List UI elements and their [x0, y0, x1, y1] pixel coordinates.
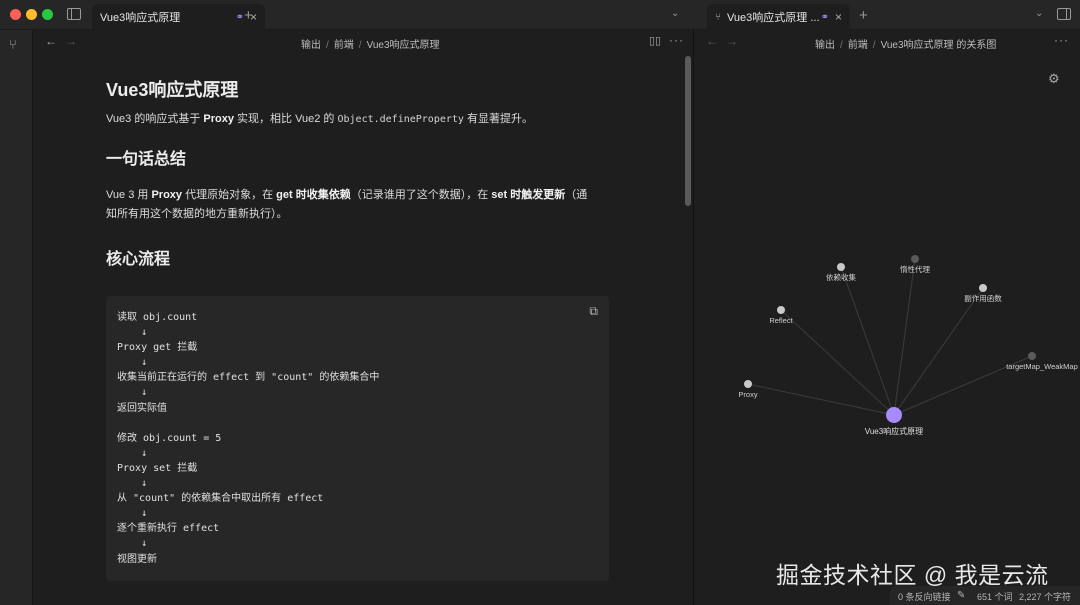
code-line: ↓	[117, 387, 148, 399]
scrollbar-thumb[interactable]	[685, 56, 691, 206]
graph-node-label: 惰性代理	[900, 264, 930, 274]
reading-view-icon[interactable]: ▯▯	[649, 34, 661, 47]
maximize-window-button[interactable]	[42, 9, 53, 20]
new-tab-button[interactable]: +	[859, 7, 868, 24]
code-line: 逐个重新执行 effect	[117, 523, 220, 535]
graph-node-label: Proxy	[738, 390, 757, 399]
tab-graph-title: Vue3响应式原理 ...	[727, 12, 820, 24]
graph-edge	[893, 258, 916, 416]
graph-node-label: 副作用函数	[964, 293, 1002, 303]
code-line: 读取 obj.count	[117, 312, 198, 323]
code-line: 修改 obj.count = 5	[117, 432, 222, 444]
code-line: ↓	[117, 447, 148, 459]
backlinks-count[interactable]: 0 条反向链接	[898, 590, 951, 603]
note-title: Vue3响应式原理	[106, 80, 239, 100]
graph-pane: ← → 输出 / 前端 / Vue3响应式原理 的关系图 ··· ⚙ 依赖收集 惰性代理副…	[694, 30, 1080, 605]
breadcrumb: 输出 / 前端 / Vue3响应式原理	[301, 40, 440, 51]
note-content: Vue3响应式原理 Vue3 的响应式基于 Proxy 实现，相比 Vue2 的…	[106, 78, 611, 271]
code-line: 返回实际值	[117, 402, 167, 414]
code-lines: 读取 obj.count ↓ Proxy get 拦截 ↓ 收集当前正在运行的 ef…	[117, 310, 379, 567]
link-icon[interactable]: ⚭	[821, 12, 829, 23]
heading-flow: 核心流程	[106, 251, 171, 268]
intro-paragraph: Vue3 的响应式基于 Proxy 实现，相比 Vue2 的 Object.de…	[106, 113, 533, 125]
code-line: ↓	[117, 327, 148, 339]
copy-icon[interactable]: ⧉	[589, 304, 598, 319]
code-block: ⧉ 读取 obj.count ↓ Proxy get 拦截 ↓ 收集当前正在运行的 …	[106, 296, 609, 581]
more-options-icon[interactable]: ···	[669, 33, 684, 47]
chevron-down-icon[interactable]: ⌄	[1035, 8, 1043, 19]
code-line: Proxy set 拦截	[117, 462, 198, 474]
word-count: 651 个词	[977, 592, 1013, 602]
graph-node[interactable]	[837, 263, 845, 271]
code-line: ↓	[117, 357, 148, 369]
new-tab-button[interactable]: +	[244, 7, 253, 24]
inline-code: Object.defineProperty	[337, 114, 464, 125]
graph-node-label: 依赖收集	[826, 272, 856, 282]
graph-edge	[780, 309, 895, 416]
code-line: 视图更新	[117, 553, 157, 565]
graph-node[interactable]	[1028, 352, 1036, 360]
code-line: ↓	[117, 508, 148, 520]
back-arrow-icon[interactable]: ←	[45, 34, 57, 48]
graph-node-label: targetMap_WeakMap	[1006, 362, 1078, 371]
graph-node[interactable]	[911, 255, 919, 263]
code-line: ↓	[117, 478, 148, 490]
breadcrumb-item[interactable]: 前端	[334, 40, 354, 51]
forward-arrow-icon[interactable]: →	[65, 34, 77, 48]
graph-node-label: Reflect	[769, 316, 793, 325]
left-sidebar-toggle-icon[interactable]	[67, 8, 81, 20]
graph-node[interactable]	[777, 306, 785, 314]
tab-bar: Vue3响应式原理 ⚭ × + ⌄ ⑂ Vue3响应式原理 ... ⚭ × + …	[0, 0, 1080, 30]
summary-paragraph: Vue 3 用 Proxy 代理原始对象，在 get 时收集依赖（记录谁用了这个…	[106, 189, 588, 220]
graph-node-label: Vue3响应式原理	[865, 426, 923, 436]
breadcrumb-item[interactable]: 输出	[301, 40, 321, 51]
link-icon[interactable]: ⚭	[236, 12, 244, 23]
graph-icon: ⑂	[715, 11, 721, 23]
tab-graph[interactable]: ⑂ Vue3响应式原理 ... ⚭ ×	[707, 4, 850, 30]
scrollbar[interactable]	[684, 56, 692, 605]
graph-edge	[840, 266, 895, 416]
close-tab-icon[interactable]: ×	[835, 10, 842, 24]
note-pane: ← → 输出 / 前端 / Vue3响应式原理 ▯▯ ··· Vue3响应式原理 Vue…	[33, 30, 694, 605]
graph-node[interactable]	[979, 284, 987, 292]
char-count: 2,227 个字符	[1019, 592, 1072, 602]
minimize-window-button[interactable]	[26, 9, 37, 20]
code-line: 收集当前正在运行的 effect 到 "count" 的依赖集合中	[117, 372, 380, 384]
pencil-icon[interactable]: ✎	[957, 590, 965, 601]
watermark: 掘金技术社区 @ 我是云流	[776, 562, 1049, 588]
tab-note[interactable]: Vue3响应式原理 ⚭ ×	[92, 4, 265, 30]
graph-view-icon[interactable]: ⑂	[9, 37, 17, 52]
graph-node-current[interactable]	[886, 407, 902, 423]
code-line: ↓	[117, 538, 148, 550]
chevron-down-icon[interactable]: ⌄	[671, 8, 679, 19]
close-window-button[interactable]	[10, 9, 21, 20]
right-sidebar-toggle-icon[interactable]	[1057, 8, 1071, 20]
status-bar: 0 条反向链接 ✎ 651 个词 2,227 个字符	[890, 586, 1080, 605]
graph-node[interactable]	[744, 380, 752, 388]
breadcrumb-item[interactable]: Vue3响应式原理	[367, 40, 440, 51]
graph-edge	[747, 383, 895, 416]
note-nav-bar: ← → 输出 / 前端 / Vue3响应式原理 ▯▯ ···	[33, 30, 693, 54]
heading-summary: 一句话总结	[106, 151, 187, 168]
code-line: 从 "count" 的依赖集合中取出所有 effect	[117, 493, 324, 505]
code-line: Proxy get 拦截	[117, 342, 198, 354]
local-graph[interactable]: 依赖收集 惰性代理副作用函数 Reflect targetMap_WeakMap Pro…	[694, 30, 1080, 605]
left-ribbon: ⑂	[0, 30, 33, 605]
tab-note-title: Vue3响应式原理	[100, 12, 181, 24]
